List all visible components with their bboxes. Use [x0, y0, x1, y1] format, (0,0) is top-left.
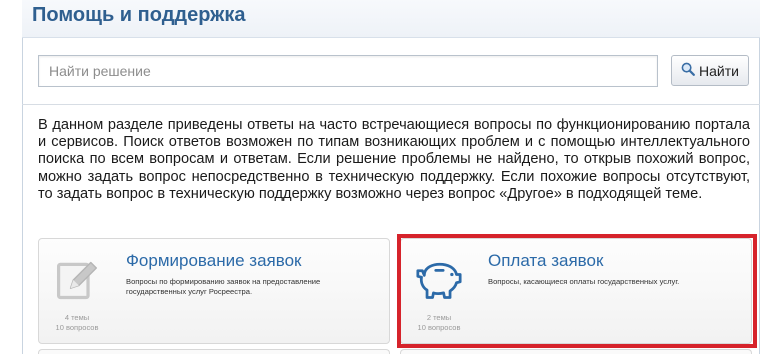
- edit-document-icon: [52, 255, 102, 305]
- category-card-forming-requests[interactable]: 4 темы 10 вопросов Формирование заявок В…: [38, 238, 390, 344]
- topics-count: 2 темы: [426, 313, 452, 322]
- category-card-partial[interactable]: [38, 349, 390, 354]
- category-card-partial[interactable]: [400, 349, 752, 354]
- card-icon-area: 2 темы 10 вопросов: [401, 239, 477, 343]
- questions-count: 10 вопросов: [417, 323, 461, 332]
- category-title[interactable]: Формирование заявок: [126, 251, 301, 271]
- piggy-bank-icon: [414, 255, 464, 305]
- section-description: В данном разделе приведены ответы на час…: [38, 117, 750, 202]
- category-description: Вопросы, касающиеся оплаты государственн…: [488, 277, 680, 286]
- search-input[interactable]: [38, 55, 658, 87]
- divider: [22, 104, 760, 105]
- search-button[interactable]: Найти: [671, 55, 749, 86]
- search-icon: [681, 62, 695, 79]
- category-card-payment[interactable]: 2 темы 10 вопросов Оплата заявок Вопросы…: [400, 238, 752, 344]
- category-description: Вопросы по формированию заявок на предос…: [126, 277, 321, 296]
- topics-count: 4 темы: [64, 313, 90, 322]
- search-button-label: Найти: [699, 62, 739, 79]
- panel-header: Помощь и поддержка: [22, 0, 760, 38]
- category-title[interactable]: Оплата заявок: [488, 251, 603, 271]
- questions-count: 10 вопросов: [55, 323, 99, 332]
- card-icon-area: 4 темы 10 вопросов: [39, 239, 115, 343]
- page-title: Помощь и поддержка: [32, 4, 246, 26]
